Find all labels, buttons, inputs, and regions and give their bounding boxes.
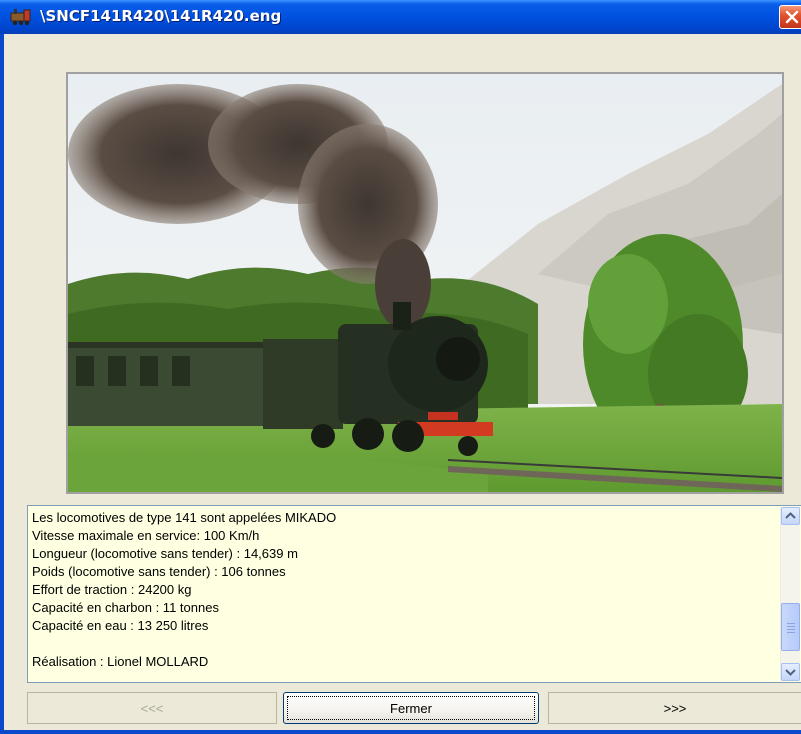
scroll-thumb[interactable] bbox=[781, 603, 800, 651]
description-line: Réalisation : Lionel MOLLARD bbox=[32, 654, 209, 669]
close-icon[interactable] bbox=[779, 5, 801, 29]
title-bar[interactable]: \SNCF141R420\141R420.eng bbox=[0, 0, 801, 34]
window-title: \SNCF141R420\141R420.eng bbox=[40, 7, 282, 25]
description-line: Longueur (locomotive sans tender) : 14,6… bbox=[32, 546, 298, 561]
vertical-scrollbar[interactable] bbox=[780, 507, 800, 681]
dialog-window: \SNCF141R420\141R420.eng Les locomotives… bbox=[0, 0, 801, 734]
description-line: Capacité en charbon : 11 tonnes bbox=[32, 600, 219, 615]
next-button[interactable]: >>> bbox=[548, 692, 801, 724]
chevron-up-icon bbox=[785, 512, 796, 519]
description-textbox[interactable]: Les locomotives de type 141 sont appelée… bbox=[27, 505, 801, 683]
scroll-down-button[interactable] bbox=[781, 663, 800, 681]
focus-rectangle bbox=[287, 696, 535, 720]
description-line bbox=[32, 635, 777, 653]
close-button[interactable]: Fermer bbox=[283, 692, 539, 724]
chevron-down-icon bbox=[785, 669, 796, 676]
description-line: Effort de traction : 24200 kg bbox=[32, 582, 192, 597]
locomotive-photo bbox=[66, 72, 784, 494]
description-text: Les locomotives de type 141 sont appelée… bbox=[32, 509, 777, 671]
scroll-up-button[interactable] bbox=[781, 507, 800, 525]
description-line: Poids (locomotive sans tender) : 106 ton… bbox=[32, 564, 286, 579]
previous-button-label: <<< bbox=[140, 700, 164, 716]
description-line: Vitesse maximale en service: 100 Km/h bbox=[32, 528, 260, 543]
previous-button[interactable]: <<< bbox=[27, 692, 277, 724]
next-button-label: >>> bbox=[663, 700, 687, 716]
description-line: Capacité en eau : 13 250 litres bbox=[32, 618, 209, 633]
locomotive-icon bbox=[10, 8, 32, 26]
description-line: Les locomotives de type 141 sont appelée… bbox=[32, 510, 337, 525]
